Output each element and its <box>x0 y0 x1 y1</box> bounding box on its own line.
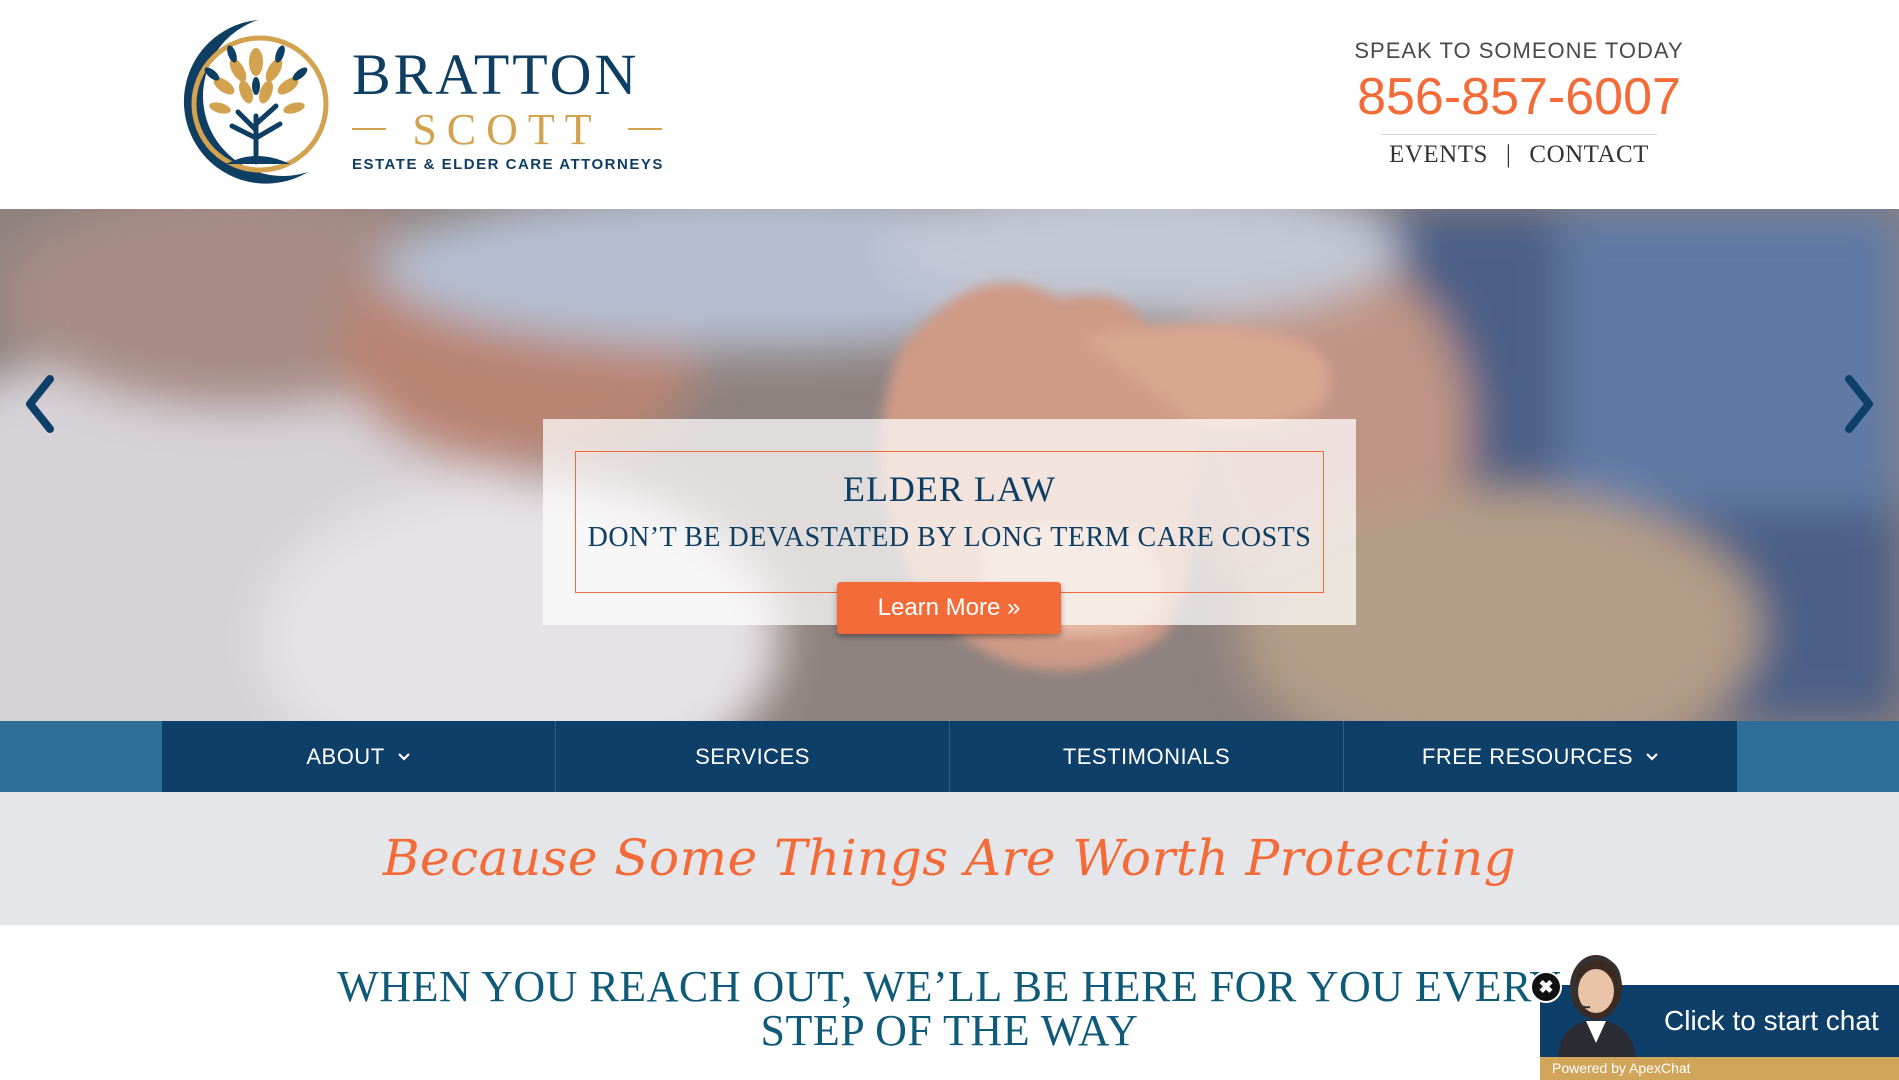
learn-more-button[interactable]: Learn More » <box>837 582 1061 634</box>
nav-item-about-label: ABOUT <box>306 743 385 769</box>
hero-slider: ELDER LAW DON’T BE DEVASTATED BY LONG TE… <box>0 209 1899 721</box>
site-header: BRATTON SCOTT ESTATE & ELDER CARE ATTORN… <box>0 0 1899 209</box>
chat-powered-text: Powered by ApexChat <box>1552 1060 1691 1076</box>
chevron-down-icon <box>1646 752 1658 761</box>
nav-item-services-label: SERVICES <box>695 743 810 769</box>
site-logo[interactable]: BRATTON SCOTT ESTATE & ELDER CARE ATTORN… <box>160 12 670 192</box>
logo-rule-right <box>628 128 662 130</box>
slider-next-button[interactable] <box>1839 369 1879 439</box>
chat-widget[interactable]: Click to start chat Powered by ApexChat … <box>1530 955 1899 1080</box>
main-nav: ABOUT SERVICES TESTIMONIALS FREE RESOURC… <box>0 721 1899 792</box>
chat-agent-avatar <box>1558 955 1636 1057</box>
logo-name: BRATTON <box>352 42 640 107</box>
logo-subname: SCOTT <box>352 104 662 152</box>
top-links: EVENTS | CONTACT <box>1329 141 1709 169</box>
header-contact: SPEAK TO SOMEONE TODAY 856-857-6007 EVEN… <box>1329 38 1709 169</box>
phone-link[interactable]: 856-857-6007 <box>1329 70 1709 124</box>
main-nav-inner: ABOUT SERVICES TESTIMONIALS FREE RESOURC… <box>162 721 1737 792</box>
chat-close-button[interactable]: ✖ <box>1530 971 1562 1003</box>
link-separator: | <box>1505 141 1512 168</box>
hero-title: ELDER LAW <box>842 469 1057 509</box>
chevron-down-icon <box>397 752 410 761</box>
nav-item-services[interactable]: SERVICES <box>556 721 950 792</box>
phone-divider <box>1381 134 1657 135</box>
tree-of-life-icon <box>183 20 329 184</box>
hero-caption-frame: ELDER LAW DON’T BE DEVASTATED BY LONG TE… <box>575 451 1324 593</box>
logo-tagline: ESTATE & ELDER CARE ATTORNEYS <box>352 156 664 173</box>
tagline-text: Because Some Things Are Worth Protecting <box>382 829 1517 887</box>
speak-label: SPEAK TO SOMEONE TODAY <box>1354 38 1684 63</box>
slider-prev-button[interactable] <box>20 369 60 439</box>
chat-powered-bar: Powered by ApexChat <box>1540 1057 1899 1080</box>
events-link[interactable]: EVENTS <box>1389 141 1488 168</box>
nav-item-free-resources-label: FREE RESOURCES <box>1421 743 1634 769</box>
logo-subname-text: SCOTT <box>412 105 602 154</box>
tagline-band: Because Some Things Are Worth Protecting <box>0 792 1899 925</box>
nav-item-testimonials[interactable]: TESTIMONIALS <box>950 721 1344 792</box>
hero-subtitle: DON’T BE DEVASTATED BY LONG TERM CARE CO… <box>587 522 1312 553</box>
chat-start-label[interactable]: Click to start chat <box>1664 1005 1879 1037</box>
logo-rule-left <box>352 128 386 130</box>
nav-item-about[interactable]: ABOUT <box>162 721 556 792</box>
nav-item-free-resources[interactable]: FREE RESOURCES <box>1344 721 1737 792</box>
contact-link[interactable]: CONTACT <box>1529 141 1649 168</box>
nav-item-testimonials-label: TESTIMONIALS <box>1062 743 1231 769</box>
